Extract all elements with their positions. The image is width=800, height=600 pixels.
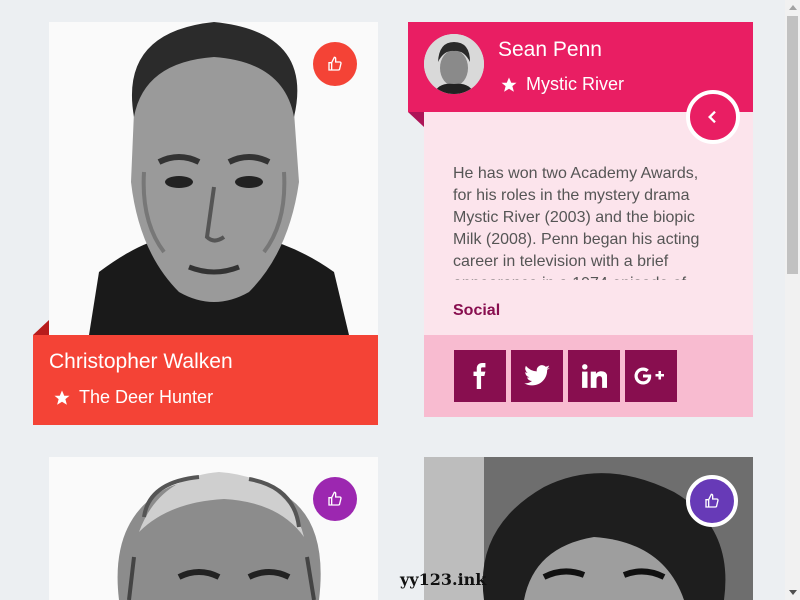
movie-label: The Deer Hunter <box>79 387 214 407</box>
twitter-button[interactable] <box>511 350 563 402</box>
scroll-up-arrow-icon[interactable] <box>789 5 797 10</box>
linkedin-button[interactable] <box>568 350 620 402</box>
twitter-icon <box>524 365 550 386</box>
linkedin-icon <box>582 364 607 388</box>
social-panel <box>424 335 753 417</box>
movie-title: The Deer Hunter <box>53 387 213 408</box>
card-christopher-walken: Christopher Walken The Deer Hunter <box>33 22 378 425</box>
facebook-icon <box>473 363 486 389</box>
movie-label: Mystic River <box>526 74 624 94</box>
chevron-left-icon <box>708 110 716 124</box>
actor-name: Christopher Walken <box>49 350 233 373</box>
movie-title: Mystic River <box>500 74 624 95</box>
caption-bar: Christopher Walken The Deer Hunter <box>33 335 378 425</box>
thumbs-up-icon <box>328 491 342 506</box>
thumbs-up-icon <box>705 493 719 508</box>
caption-fold <box>33 320 49 335</box>
avatar <box>424 34 484 94</box>
actor-name: Sean Penn <box>498 38 602 61</box>
google-plus-icon <box>634 367 664 385</box>
like-button[interactable] <box>313 477 357 521</box>
thumbs-up-icon <box>328 56 342 71</box>
watermark: yy123.ink <box>400 570 487 589</box>
header-fold <box>408 112 424 127</box>
social-title: Social <box>453 302 501 319</box>
like-button[interactable] <box>313 42 357 86</box>
google-plus-button[interactable] <box>625 350 677 402</box>
card-sean-penn: Sean Penn Mystic River He has won two Ac… <box>408 22 753 417</box>
card-bottom-left <box>49 457 378 600</box>
star-icon <box>501 77 517 92</box>
back-button[interactable] <box>686 90 740 144</box>
facebook-button[interactable] <box>454 350 506 402</box>
scroll-down-arrow-icon[interactable] <box>789 590 797 595</box>
bio-panel: He has won two Academy Awards, for his r… <box>424 112 753 335</box>
star-icon <box>54 390 70 405</box>
like-button[interactable] <box>686 475 738 527</box>
scrollbar[interactable] <box>785 0 800 600</box>
bio-text: He has won two Academy Awards, for his r… <box>453 165 700 280</box>
scrollbar-thumb[interactable] <box>787 16 798 274</box>
